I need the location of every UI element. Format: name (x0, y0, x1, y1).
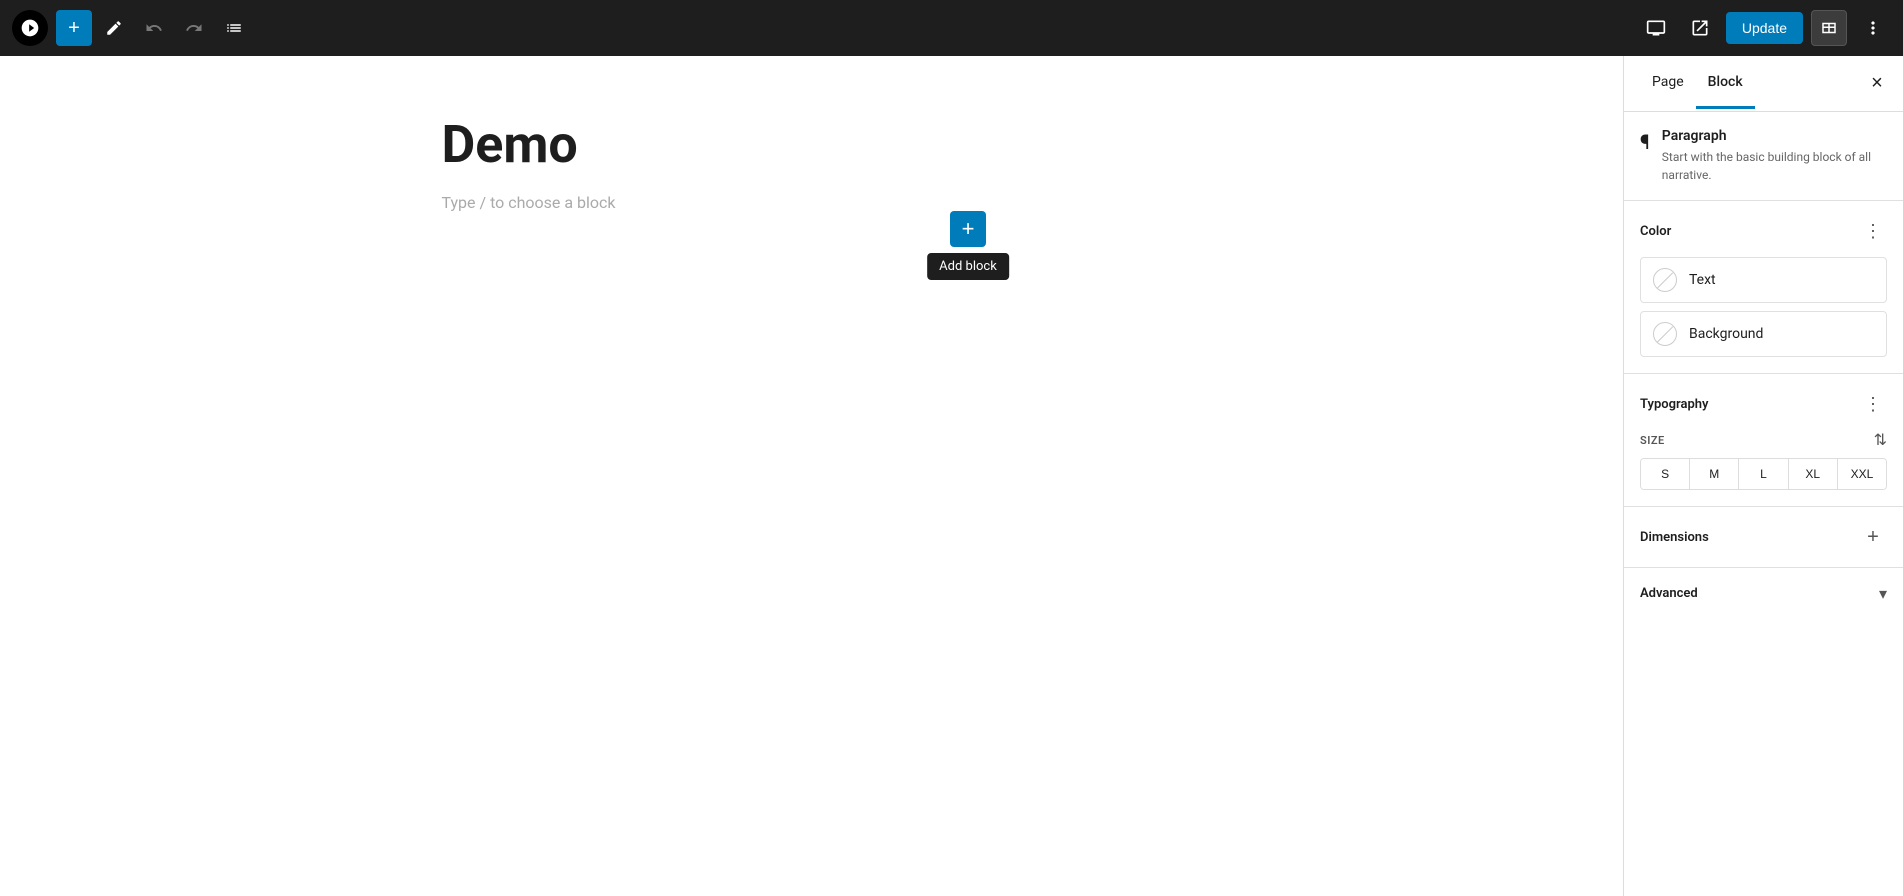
color-section: Color ⋮ Text Background (1624, 201, 1903, 374)
color-more-button[interactable]: ⋮ (1859, 217, 1887, 245)
paragraph-title: Paragraph (1662, 128, 1887, 144)
sidebar-header: Page Block × (1624, 56, 1903, 112)
size-buttons: S M L XL XXL (1640, 458, 1887, 490)
close-icon: × (1871, 72, 1883, 95)
chevron-down-icon: ▾ (1879, 584, 1887, 603)
typography-title: Typography (1640, 397, 1709, 412)
update-button[interactable]: Update (1726, 12, 1803, 44)
desktop-view-button[interactable] (1638, 10, 1674, 46)
size-l-label: L (1760, 467, 1767, 481)
wp-logo[interactable] (12, 10, 48, 46)
size-xxl-button[interactable]: XXL (1838, 459, 1886, 489)
paragraph-info: Paragraph Start with the basic building … (1662, 128, 1887, 184)
main-area: Demo Type / to choose a block + Add bloc… (0, 56, 1903, 896)
update-label: Update (1742, 20, 1787, 36)
editor-area[interactable]: Demo Type / to choose a block + Add bloc… (0, 56, 1623, 896)
typography-header: Typography ⋮ (1640, 390, 1887, 418)
tab-page[interactable]: Page (1640, 58, 1696, 109)
size-xl-label: XL (1805, 467, 1820, 481)
size-l-button[interactable]: L (1739, 459, 1788, 489)
color-text-swatch (1653, 268, 1677, 292)
add-block-button[interactable]: + (950, 211, 986, 247)
size-s-button[interactable]: S (1641, 459, 1690, 489)
more-options-button[interactable] (1855, 10, 1891, 46)
undo-button[interactable] (136, 10, 172, 46)
typography-more-button[interactable]: ⋮ (1859, 390, 1887, 418)
add-block-container: + Add block (950, 211, 986, 247)
tab-page-label: Page (1652, 74, 1684, 90)
size-m-label: M (1709, 467, 1719, 481)
dimensions-header: Dimensions + (1640, 523, 1887, 551)
list-view-button[interactable] (216, 10, 252, 46)
size-label-text: SIZE (1640, 434, 1665, 447)
size-m-button[interactable]: M (1690, 459, 1739, 489)
sidebar-tabs: Page Block (1640, 58, 1887, 109)
color-header: Color ⋮ (1640, 217, 1887, 245)
sidebar: Page Block × ¶ Paragraph Start with the … (1623, 56, 1903, 896)
size-xxl-label: XXL (1851, 467, 1874, 481)
paragraph-description: Start with the basic building block of a… (1662, 148, 1887, 184)
color-background-swatch (1653, 322, 1677, 346)
color-background-label: Background (1689, 326, 1763, 342)
paragraph-section: ¶ Paragraph Start with the basic buildin… (1624, 112, 1903, 201)
page-title[interactable]: Demo (442, 116, 1182, 173)
advanced-title: Advanced (1640, 586, 1698, 601)
toolbar: + (0, 0, 1903, 56)
advanced-header[interactable]: Advanced ▾ (1640, 584, 1887, 603)
size-xl-button[interactable]: XL (1789, 459, 1838, 489)
add-block-toolbar-button[interactable]: + (56, 10, 92, 46)
size-label-container: SIZE ⇅ (1640, 430, 1887, 450)
editor-inner: Demo Type / to choose a block (402, 56, 1222, 896)
paragraph-icon: ¶ (1640, 130, 1650, 154)
size-s-label: S (1661, 467, 1669, 481)
toolbar-left: + (12, 10, 252, 46)
add-icon: + (68, 17, 80, 40)
advanced-section: Advanced ▾ (1624, 568, 1903, 619)
tab-block[interactable]: Block (1696, 58, 1755, 109)
external-link-button[interactable] (1682, 10, 1718, 46)
size-controls-button[interactable]: ⇅ (1874, 430, 1887, 450)
color-text-label: Text (1689, 272, 1716, 288)
tab-block-label: Block (1708, 74, 1743, 90)
paragraph-header: ¶ Paragraph Start with the basic buildin… (1640, 128, 1887, 184)
dimensions-add-button[interactable]: + (1859, 523, 1887, 551)
editor-placeholder[interactable]: Type / to choose a block (442, 193, 1182, 212)
dimensions-title: Dimensions (1640, 530, 1709, 545)
redo-button[interactable] (176, 10, 212, 46)
block-view-button[interactable] (1811, 10, 1847, 46)
dimensions-section: Dimensions + (1624, 507, 1903, 568)
toolbar-right: Update (1638, 10, 1891, 46)
typography-section: Typography ⋮ SIZE ⇅ S M L XL (1624, 374, 1903, 507)
color-text-option[interactable]: Text (1640, 257, 1887, 303)
sidebar-close-button[interactable]: × (1863, 70, 1891, 98)
edit-button[interactable] (96, 10, 132, 46)
color-background-option[interactable]: Background (1640, 311, 1887, 357)
color-title: Color (1640, 224, 1671, 239)
